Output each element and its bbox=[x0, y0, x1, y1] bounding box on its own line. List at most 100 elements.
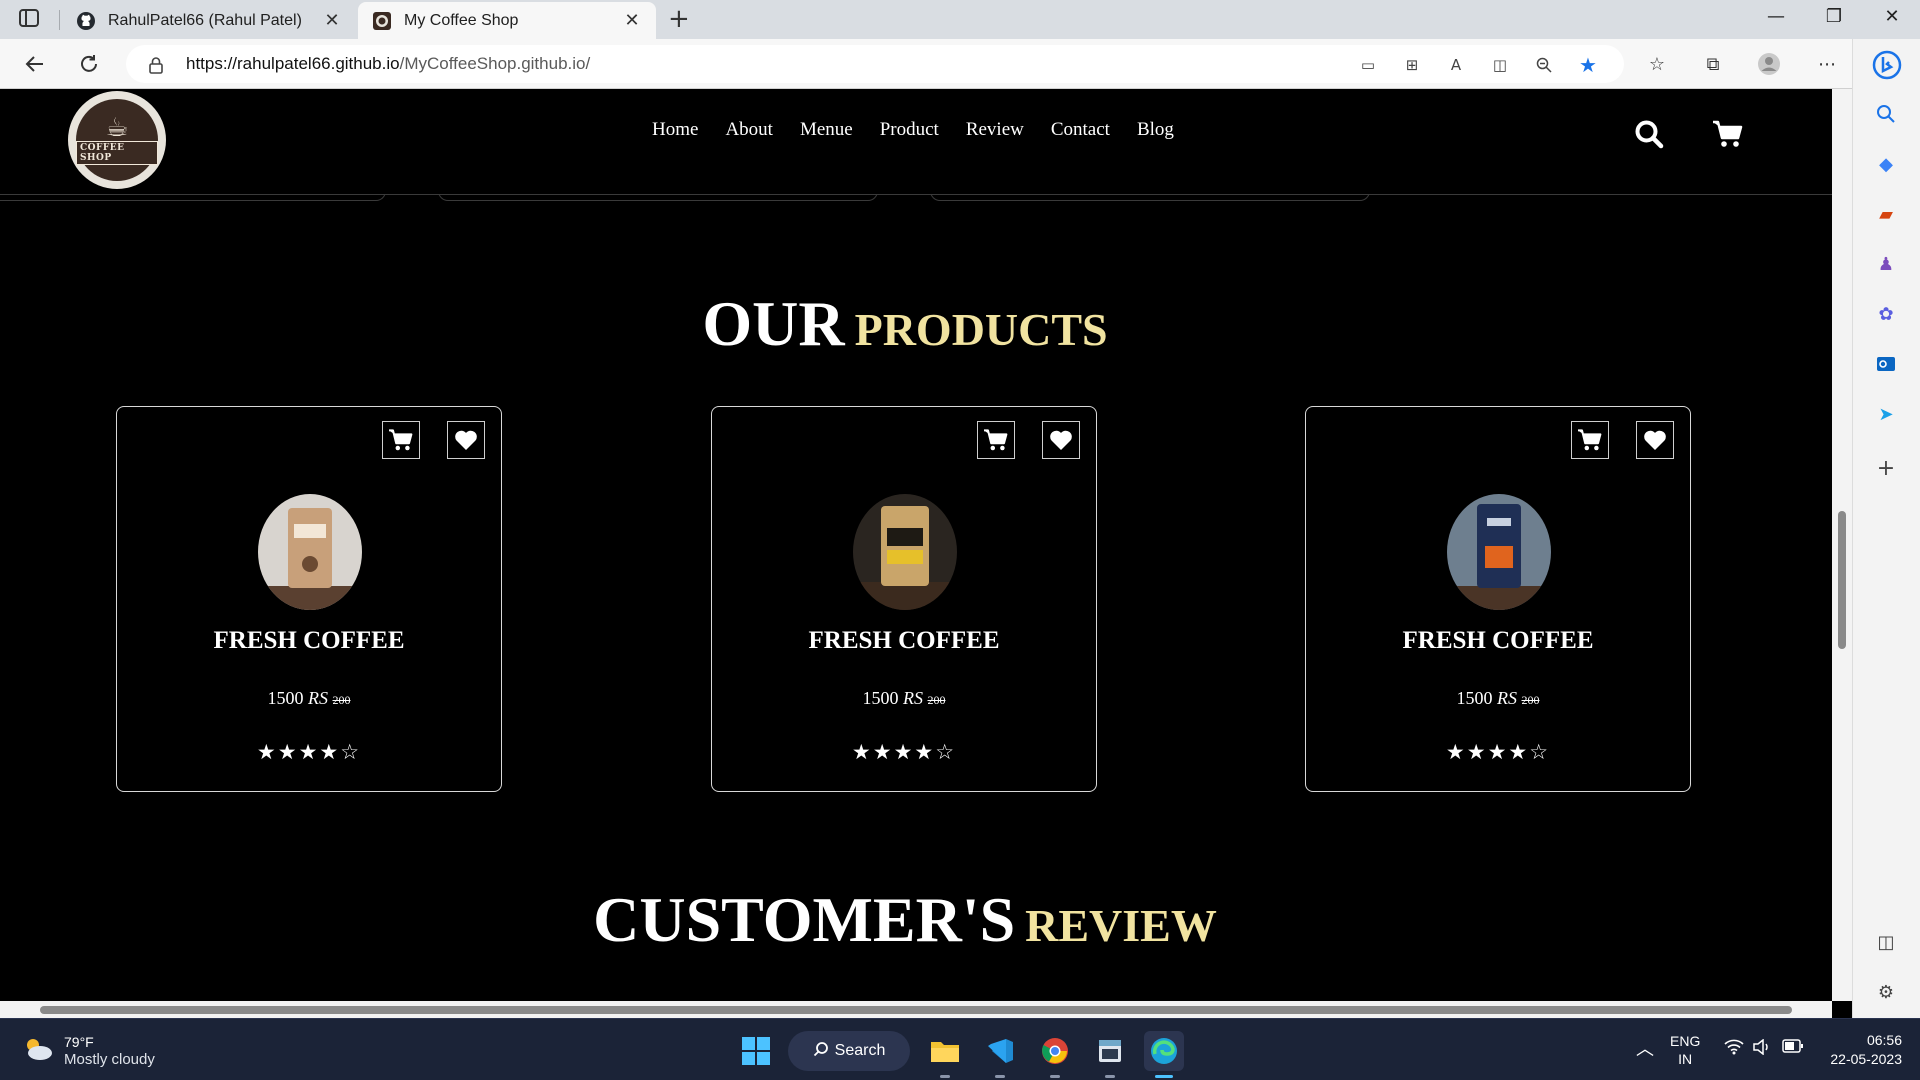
tab-my-coffee-shop[interactable]: My Coffee Shop ✕ bbox=[358, 2, 656, 39]
sidebar-toggle-icon[interactable]: ◫ bbox=[1873, 929, 1899, 955]
bing-chat-icon[interactable] bbox=[1871, 49, 1903, 81]
back-icon[interactable] bbox=[22, 51, 48, 77]
notepad-app-icon[interactable] bbox=[1090, 1031, 1130, 1071]
wifi-icon[interactable] bbox=[1724, 1039, 1744, 1058]
collections-icon[interactable]: ⧉ bbox=[1700, 51, 1726, 77]
tools-icon[interactable]: ▰ bbox=[1873, 201, 1899, 227]
search-icon[interactable] bbox=[1632, 117, 1666, 151]
nav-about[interactable]: About bbox=[725, 119, 773, 141]
immersive-reader-icon[interactable]: ◫ bbox=[1490, 55, 1510, 75]
vscode-icon[interactable] bbox=[980, 1031, 1020, 1071]
rating-stars: ★★★★☆ bbox=[851, 740, 957, 764]
games-icon[interactable]: ♟ bbox=[1873, 251, 1899, 277]
wishlist-heart-button[interactable] bbox=[1042, 421, 1080, 459]
product-image bbox=[258, 494, 362, 610]
send-icon[interactable]: ➤ bbox=[1873, 401, 1899, 427]
clock-date: 22-05-2023 bbox=[1830, 1051, 1902, 1067]
product-price: 1500 RS 200 bbox=[1306, 688, 1690, 709]
site-logo[interactable]: ☕ COFFEE SHOP bbox=[68, 91, 166, 189]
price-currency: RS bbox=[903, 688, 923, 708]
product-card: FRESH COFFEE 1500 RS 200 ★★★★☆ bbox=[116, 406, 502, 792]
nav-blog[interactable]: Blog bbox=[1137, 119, 1174, 141]
search-icon[interactable] bbox=[1873, 101, 1899, 127]
app-running-indicator bbox=[1050, 1075, 1060, 1078]
apps-icon[interactable]: ⊞ bbox=[1402, 55, 1422, 75]
maximize-button[interactable]: ❐ bbox=[1814, 6, 1854, 27]
profile-avatar[interactable] bbox=[1756, 51, 1782, 77]
outlook-icon[interactable] bbox=[1873, 351, 1899, 377]
price-currency: RS bbox=[308, 688, 328, 708]
tab-github[interactable]: RahulPatel66 (Rahul Patel) ✕ bbox=[62, 2, 356, 39]
file-explorer-icon[interactable] bbox=[925, 1031, 965, 1071]
product-name: FRESH COFFEE bbox=[1402, 627, 1594, 654]
volume-icon[interactable] bbox=[1752, 1038, 1772, 1058]
logo-emblem: ☕ COFFEE SHOP bbox=[76, 99, 158, 181]
address-bar[interactable]: https://rahulpatel66.github.io/MyCoffeeS… bbox=[126, 45, 1624, 83]
rating-stars: ★★★★☆ bbox=[256, 740, 362, 764]
tab-actions-icon[interactable] bbox=[18, 8, 42, 30]
refresh-icon[interactable] bbox=[76, 51, 102, 77]
review-heading-big: CUSTOMER'S bbox=[593, 884, 1016, 955]
nav-review[interactable]: Review bbox=[966, 119, 1024, 141]
add-to-cart-button[interactable] bbox=[977, 421, 1015, 459]
shopping-tag-icon[interactable]: ◆ bbox=[1873, 151, 1899, 177]
products-heading-small: PRODUCTS bbox=[854, 304, 1108, 355]
nav-product[interactable]: Product bbox=[880, 119, 939, 141]
nav-contact[interactable]: Contact bbox=[1051, 119, 1110, 141]
favorites-icon[interactable]: ☆ bbox=[1644, 51, 1670, 77]
app-active-indicator bbox=[1155, 1075, 1173, 1078]
old-price: 200 bbox=[927, 693, 946, 707]
region-code: IN bbox=[1678, 1051, 1693, 1067]
close-window-button[interactable]: ✕ bbox=[1872, 6, 1912, 27]
tray-overflow-icon[interactable]: ︿ bbox=[1636, 1035, 1654, 1061]
clock-time: 06:56 bbox=[1866, 1032, 1902, 1048]
lock-icon[interactable] bbox=[146, 55, 166, 75]
windows-start-icon[interactable] bbox=[736, 1031, 776, 1071]
horizontal-scroll-thumb[interactable] bbox=[40, 1006, 1792, 1014]
nav-home[interactable]: Home bbox=[652, 119, 698, 141]
language-code: ENG bbox=[1670, 1033, 1701, 1049]
minimize-button[interactable]: — bbox=[1756, 6, 1796, 27]
close-tab-icon[interactable]: ✕ bbox=[322, 10, 342, 31]
new-tab-button[interactable]: + bbox=[668, 6, 690, 32]
more-options-icon[interactable]: ⋯ bbox=[1814, 51, 1840, 77]
add-to-cart-button[interactable] bbox=[382, 421, 420, 459]
chrome-icon[interactable] bbox=[1035, 1031, 1075, 1071]
taskbar-search[interactable]: Search bbox=[788, 1031, 910, 1071]
close-tab-icon[interactable]: ✕ bbox=[622, 10, 642, 31]
product-image bbox=[1447, 494, 1551, 610]
site-header: ☕ COFFEE SHOP Home About Menue Product R… bbox=[0, 89, 1832, 195]
favorite-star-icon[interactable]: ★ bbox=[1578, 53, 1598, 77]
tab-separator bbox=[59, 10, 60, 30]
zoom-icon[interactable] bbox=[1534, 55, 1554, 75]
horizontal-scrollbar[interactable] bbox=[0, 1001, 1832, 1018]
language-indicator[interactable]: ENG IN bbox=[1670, 1032, 1700, 1068]
read-aloud-icon[interactable]: A bbox=[1446, 55, 1466, 75]
vertical-scroll-thumb[interactable] bbox=[1838, 511, 1846, 649]
product-card: FRESH COFFEE 1500 RS 200 ★★★★☆ bbox=[1305, 406, 1691, 792]
wishlist-heart-button[interactable] bbox=[447, 421, 485, 459]
cart-icon[interactable] bbox=[1711, 117, 1745, 151]
add-icon[interactable]: + bbox=[1873, 455, 1899, 481]
add-to-cart-button[interactable] bbox=[1571, 421, 1609, 459]
battery-icon[interactable] bbox=[1782, 1039, 1804, 1056]
clock[interactable]: 06:56 22-05-2023 bbox=[1822, 1031, 1902, 1069]
weather-widget[interactable]: 79°F Mostly cloudy bbox=[22, 1033, 155, 1069]
old-price: 200 bbox=[332, 693, 351, 707]
coffee-cup-icon: ☕ bbox=[105, 113, 129, 143]
devices-icon[interactable]: ▭ bbox=[1358, 55, 1378, 75]
product-card: FRESH COFFEE 1500 RS 200 ★★★★☆ bbox=[711, 406, 1097, 792]
office-icon[interactable]: ✿ bbox=[1873, 301, 1899, 327]
price-value: 1500 bbox=[267, 688, 304, 708]
vertical-scrollbar[interactable] bbox=[1832, 89, 1852, 1001]
tab-label: RahulPatel66 (Rahul Patel) bbox=[108, 11, 302, 29]
settings-gear-icon[interactable]: ⚙ bbox=[1873, 979, 1899, 1005]
wishlist-heart-button[interactable] bbox=[1636, 421, 1674, 459]
edge-icon[interactable] bbox=[1144, 1031, 1184, 1071]
nav-menue[interactable]: Menue bbox=[800, 119, 853, 141]
product-name: FRESH COFFEE bbox=[808, 627, 1000, 654]
review-heading-small: REVIEW bbox=[1025, 900, 1217, 951]
main-nav: Home About Menue Product Review Contact … bbox=[652, 119, 1201, 141]
rating-stars: ★★★★☆ bbox=[1445, 740, 1551, 764]
logo-text: COFFEE SHOP bbox=[76, 141, 158, 165]
